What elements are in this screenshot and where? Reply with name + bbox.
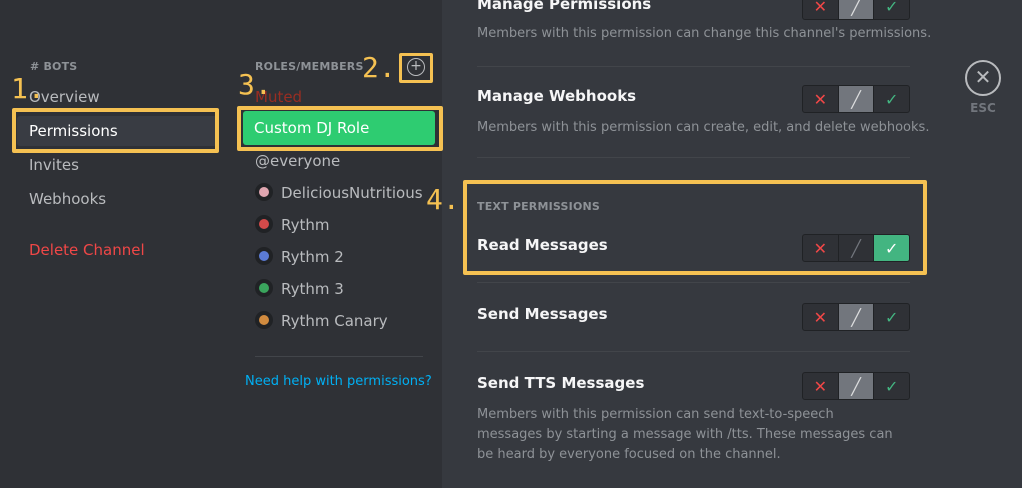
neutral-slash-icon[interactable]: ╱ bbox=[838, 304, 875, 330]
perm-title-send-messages: Send Messages bbox=[477, 305, 608, 323]
member-item-rythm-2[interactable]: Rythm 2 bbox=[243, 242, 433, 272]
member-item-rythm-3[interactable]: Rythm 3 bbox=[243, 274, 433, 304]
sidebar-item-webhooks[interactable]: Webhooks bbox=[17, 184, 217, 214]
avatar bbox=[255, 215, 273, 233]
roles-divider bbox=[255, 356, 423, 357]
member-item-rythm-canary[interactable]: Rythm Canary bbox=[243, 306, 433, 336]
member-name: Rythm Canary bbox=[281, 312, 388, 330]
member-name: Rythm 2 bbox=[281, 248, 344, 266]
divider bbox=[477, 66, 910, 67]
member-item-deliciousnutritious[interactable]: DeliciousNutritious bbox=[243, 178, 433, 208]
allow-check-icon[interactable]: ✓ bbox=[874, 373, 909, 399]
perm-desc-send-tts: Members with this permission can send te… bbox=[477, 407, 893, 462]
member-item-rythm[interactable]: Rythm bbox=[243, 210, 433, 240]
annotation-box-permissions bbox=[12, 108, 219, 153]
perm-switch-manage-webhooks: ✕ ╱ ✓ bbox=[802, 85, 910, 113]
perm-switch-send-tts: ✕ ╱ ✓ bbox=[802, 372, 910, 400]
perm-title-manage-webhooks: Manage Webhooks bbox=[477, 87, 637, 105]
deny-icon[interactable]: ✕ bbox=[803, 373, 839, 399]
annotation-number-4: 4. bbox=[426, 183, 460, 216]
avatar bbox=[255, 183, 273, 201]
close-icon[interactable]: ✕ bbox=[965, 60, 1001, 96]
help-permissions-link[interactable]: Need help with permissions? bbox=[245, 374, 432, 389]
deny-icon[interactable]: ✕ bbox=[803, 86, 839, 112]
perm-desc-manage-permissions: Members with this permission can change … bbox=[477, 26, 932, 41]
member-name: Rythm bbox=[281, 216, 330, 234]
divider bbox=[477, 282, 910, 283]
divider bbox=[477, 157, 910, 158]
annotation-box-add-role bbox=[399, 53, 433, 83]
annotation-number-3: 3. bbox=[238, 68, 272, 101]
avatar bbox=[255, 311, 273, 329]
perm-switch-send-messages: ✕ ╱ ✓ bbox=[802, 303, 910, 331]
divider bbox=[477, 351, 910, 352]
avatar bbox=[255, 279, 273, 297]
perm-title-manage-permissions: Manage Permissions bbox=[477, 0, 652, 13]
annotation-box-custom-role bbox=[237, 106, 443, 151]
perm-title-send-tts: Send TTS Messages bbox=[477, 374, 645, 392]
deny-icon[interactable]: ✕ bbox=[803, 304, 839, 330]
neutral-slash-icon[interactable]: ╱ bbox=[838, 373, 875, 399]
annotation-number-2: 2. bbox=[362, 51, 396, 84]
sidebar-item-invites[interactable]: Invites bbox=[17, 150, 217, 180]
deny-icon[interactable]: ✕ bbox=[803, 0, 839, 19]
member-name: DeliciousNutritious bbox=[281, 184, 423, 202]
perm-desc-manage-webhooks: Members with this permission can create,… bbox=[477, 120, 930, 135]
neutral-slash-icon[interactable]: ╱ bbox=[838, 0, 875, 19]
annotation-box-text-permissions bbox=[463, 180, 927, 275]
perm-switch-manage-permissions: ✕ ╱ ✓ bbox=[802, 0, 910, 20]
avatar bbox=[255, 247, 273, 265]
allow-check-icon[interactable]: ✓ bbox=[874, 86, 909, 112]
allow-check-icon[interactable]: ✓ bbox=[874, 0, 909, 19]
member-name: Rythm 3 bbox=[281, 280, 344, 298]
allow-check-icon[interactable]: ✓ bbox=[874, 304, 909, 330]
delete-channel-button[interactable]: Delete Channel bbox=[17, 235, 217, 265]
annotation-number-1: 1. bbox=[11, 72, 45, 105]
neutral-slash-icon[interactable]: ╱ bbox=[838, 86, 875, 112]
esc-label: ESC bbox=[970, 101, 996, 115]
